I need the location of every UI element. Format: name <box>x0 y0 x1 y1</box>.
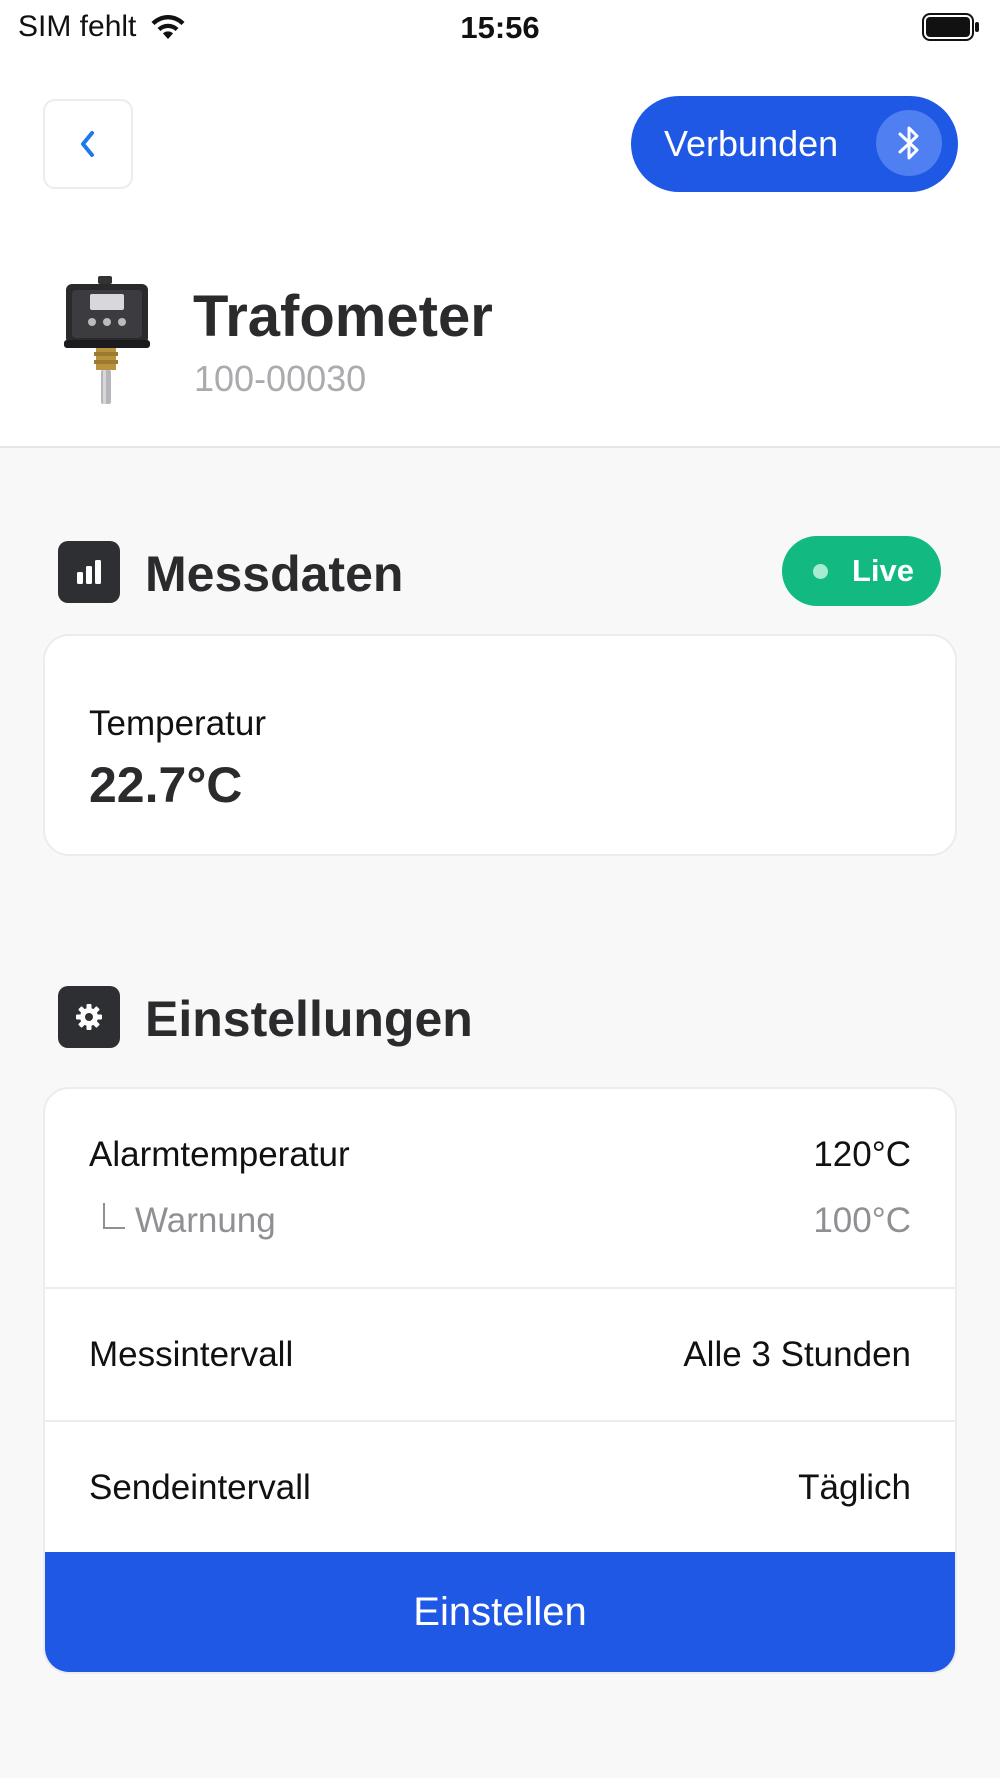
back-button[interactable] <box>43 99 133 189</box>
measurements-title: Messdaten <box>145 546 404 602</box>
gear-icon <box>76 1004 102 1030</box>
alarm-row: Alarmtemperatur 120°C Warnung 100°C <box>45 1089 955 1289</box>
measure-interval-label: Messintervall <box>89 1335 294 1374</box>
bluetooth-icon-badge <box>876 110 942 176</box>
settings-title: Einstellungen <box>145 991 473 1047</box>
warning-label: Warnung <box>135 1201 276 1240</box>
metric-label: Temperatur <box>89 704 267 743</box>
measurement-card: Temperatur 22.7°C <box>43 634 957 856</box>
alarm-value: 120°C <box>813 1135 911 1174</box>
warning-value: 100°C <box>813 1201 911 1240</box>
device-name: Trafometer <box>193 284 493 349</box>
sub-item-connector-icon <box>103 1203 125 1229</box>
metric-value: 22.7°C <box>89 757 243 813</box>
send-interval-value: Täglich <box>798 1468 911 1507</box>
measure-interval-row: Messintervall Alle 3 Stunden <box>45 1289 955 1422</box>
device-image <box>64 276 150 404</box>
apply-settings-button[interactable]: Einstellen <box>45 1552 955 1672</box>
status-bar: SIM fehlt 15:56 <box>0 0 1000 56</box>
bar-chart-icon <box>77 560 101 584</box>
live-dot-icon <box>813 564 828 579</box>
send-interval-label: Sendeintervall <box>89 1468 311 1507</box>
measure-interval-value: Alle 3 Stunden <box>683 1335 911 1374</box>
alarm-label: Alarmtemperatur <box>89 1135 350 1174</box>
section-icon-box <box>58 986 120 1048</box>
device-id: 100-00030 <box>194 358 367 399</box>
clock: 15:56 <box>460 10 540 45</box>
battery-icon <box>922 13 979 41</box>
connection-status-button[interactable]: Verbunden <box>631 96 958 192</box>
live-label: Live <box>852 553 915 588</box>
settings-card: Alarmtemperatur 120°C Warnung 100°C Mess… <box>43 1087 957 1674</box>
chevron-left-icon <box>81 131 94 157</box>
connection-label: Verbunden <box>664 123 839 164</box>
bluetooth-icon <box>898 126 919 160</box>
live-badge: Live <box>782 536 941 606</box>
send-interval-row: Sendeintervall Täglich <box>45 1422 955 1556</box>
section-icon-box <box>58 541 120 603</box>
